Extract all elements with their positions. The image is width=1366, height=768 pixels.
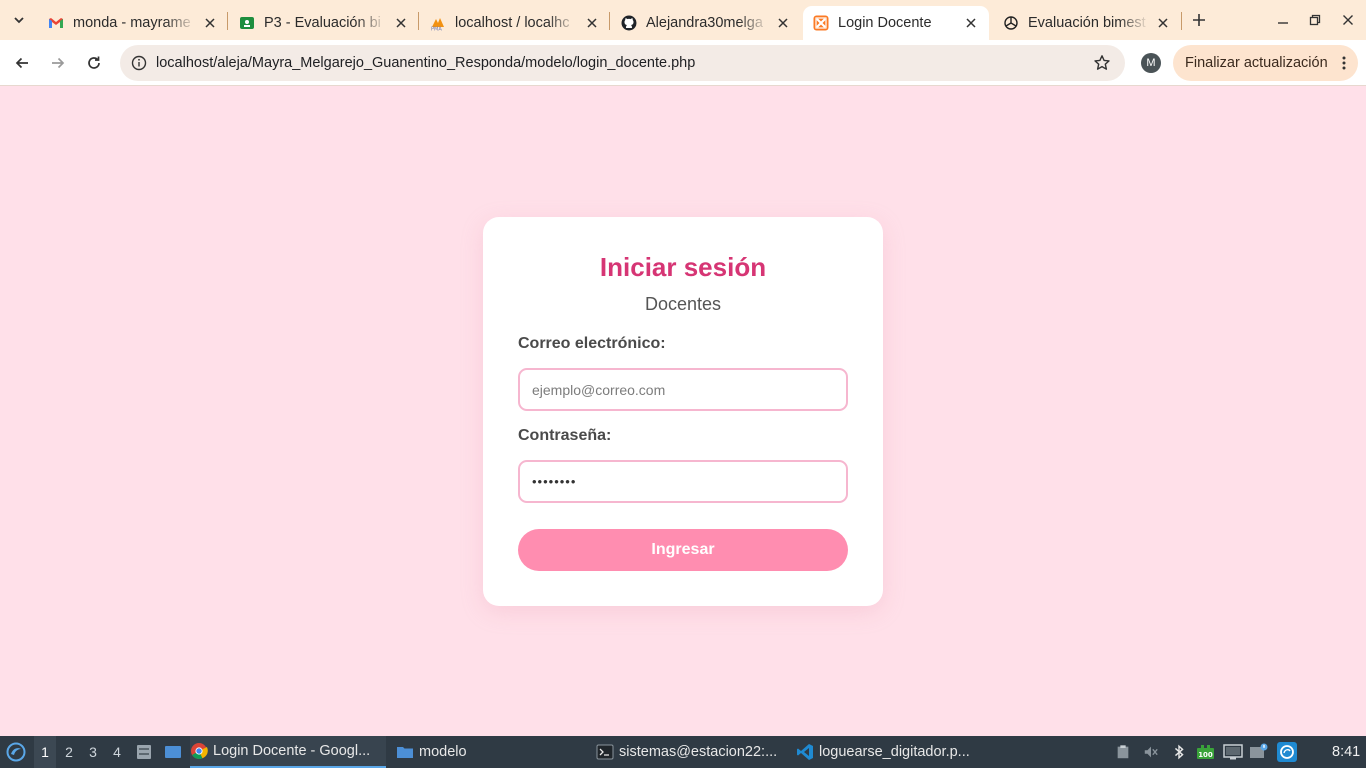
chevron-down-icon [14, 17, 24, 24]
tab-separator [418, 12, 419, 30]
tab-search-button[interactable] [0, 0, 38, 40]
profile-avatar[interactable]: M [1141, 53, 1161, 73]
minimize-button[interactable] [1273, 10, 1293, 30]
task-label: sistemas@estacion22:... [619, 744, 778, 760]
address-bar[interactable]: localhost/aleja/Mayra_Melgarejo_Guanenti… [120, 45, 1125, 81]
clipboard-tray-icon[interactable] [1114, 743, 1132, 761]
chrome-icon [190, 742, 208, 760]
bluetooth-icon[interactable] [1170, 743, 1188, 761]
desktop-icon [165, 746, 181, 758]
file-manager-launcher[interactable] [134, 736, 154, 768]
volume-muted-icon[interactable] [1142, 743, 1160, 761]
folder-icon [396, 743, 414, 761]
tab-title: Login Docente [838, 15, 932, 31]
task-chrome[interactable]: Login Docente - Googl... [190, 736, 386, 768]
notification-icon[interactable] [1249, 743, 1269, 761]
task-label: modelo [419, 744, 467, 760]
restore-button[interactable] [1305, 10, 1325, 30]
reload-icon [88, 56, 100, 69]
tab-separator [1181, 12, 1182, 30]
tab-title: P3 - Evaluación bi [264, 15, 381, 31]
workspace-1[interactable]: 1 [34, 736, 56, 768]
browser-toolbar: localhost/aleja/Mayra_Melgarejo_Guanenti… [0, 40, 1366, 86]
tab-title: localhost / localhc [455, 15, 570, 31]
vscode-icon [796, 743, 814, 761]
phpmyadmin-icon: PMA [430, 15, 446, 31]
close-icon [1343, 15, 1353, 25]
tab-chatgpt[interactable]: Evaluación bimest [993, 6, 1181, 40]
bookmark-star-icon[interactable] [1093, 54, 1111, 72]
page-title: Iniciar sesión [599, 252, 767, 282]
reload-button[interactable] [82, 51, 106, 75]
tab-strip: monda - mayrame P3 - Evaluación bi PMA l… [0, 0, 1366, 40]
show-desktop-launcher[interactable] [162, 736, 184, 768]
github-icon [621, 15, 637, 31]
tab-gmail[interactable]: monda - mayrame [38, 6, 228, 40]
tab-title: Alejandra30melga [646, 15, 763, 31]
lubuntu-logo-icon [6, 742, 26, 762]
workspace-2[interactable]: 2 [58, 736, 80, 768]
display-icon[interactable] [1223, 743, 1243, 761]
tab-title: monda - mayrame [73, 15, 191, 31]
file-cabinet-icon [137, 745, 151, 759]
minimize-icon [1278, 22, 1288, 24]
site-info-icon[interactable] [122, 45, 156, 81]
update-notifier-icon[interactable] [1276, 742, 1298, 762]
task-file-manager[interactable]: modelo [396, 736, 516, 768]
tab-separator [609, 12, 610, 30]
close-icon[interactable] [1155, 15, 1171, 31]
workspace-3[interactable]: 3 [82, 736, 104, 768]
xampp-icon [813, 15, 829, 31]
tab-login-docente[interactable]: Login Docente [803, 6, 989, 40]
plus-icon [1193, 14, 1205, 26]
close-icon[interactable] [963, 15, 979, 31]
task-label: Login Docente - Googl... [213, 743, 371, 759]
classroom-icon [239, 15, 255, 31]
more-vert-icon [1342, 56, 1346, 70]
terminal-icon [596, 743, 614, 761]
task-label: loguearse_digitador.p... [819, 744, 970, 760]
arrow-left-icon [15, 57, 28, 69]
battery-icon[interactable]: 100 [1196, 743, 1216, 761]
svg-text:PMA: PMA [431, 27, 442, 32]
close-icon[interactable] [775, 15, 791, 31]
start-menu-button[interactable] [4, 736, 28, 768]
task-terminal[interactable]: sistemas@estacion22:... [596, 736, 788, 768]
password-label: Contraseña: [518, 427, 612, 444]
arrow-right-icon [52, 57, 65, 69]
update-button[interactable]: Finalizar actualización [1173, 45, 1358, 81]
close-window-button[interactable] [1338, 10, 1358, 30]
new-tab-button[interactable] [1188, 9, 1210, 31]
chatgpt-icon [1003, 15, 1019, 31]
url-text: localhost/aleja/Mayra_Melgarejo_Guanenti… [156, 55, 696, 71]
workspace-4[interactable]: 4 [106, 736, 128, 768]
clock[interactable]: 8:41 [1332, 736, 1360, 768]
email-field[interactable]: ejemplo@correo.com [518, 368, 848, 411]
password-field[interactable]: •••••••• [518, 460, 848, 503]
forward-button[interactable] [46, 51, 70, 75]
email-label: Correo electrónico: [518, 335, 666, 352]
tab-github[interactable]: Alejandra30melga [611, 6, 801, 40]
page-subtitle: Docentes [644, 294, 722, 314]
login-card: Iniciar sesión Docentes Correo electróni… [483, 217, 883, 606]
task-vscode[interactable]: loguearse_digitador.p... [796, 736, 992, 768]
tab-classroom[interactable]: P3 - Evaluación bi [229, 6, 419, 40]
gmail-icon [48, 15, 64, 31]
close-icon[interactable] [393, 15, 409, 31]
back-button[interactable] [10, 51, 34, 75]
tab-separator [227, 12, 228, 30]
restore-icon [1309, 14, 1321, 26]
taskbar: 1 2 3 4 Login Docente - Googl... modelo … [0, 736, 1366, 768]
tab-phpmyadmin[interactable]: PMA localhost / localhc [420, 6, 610, 40]
update-button-label: Finalizar actualización [1185, 55, 1328, 71]
tab-title: Evaluación bimest [1028, 15, 1146, 31]
close-icon[interactable] [202, 15, 218, 31]
close-icon[interactable] [584, 15, 600, 31]
battery-level: 100 [1198, 751, 1213, 759]
submit-button[interactable]: Ingresar [518, 529, 848, 571]
